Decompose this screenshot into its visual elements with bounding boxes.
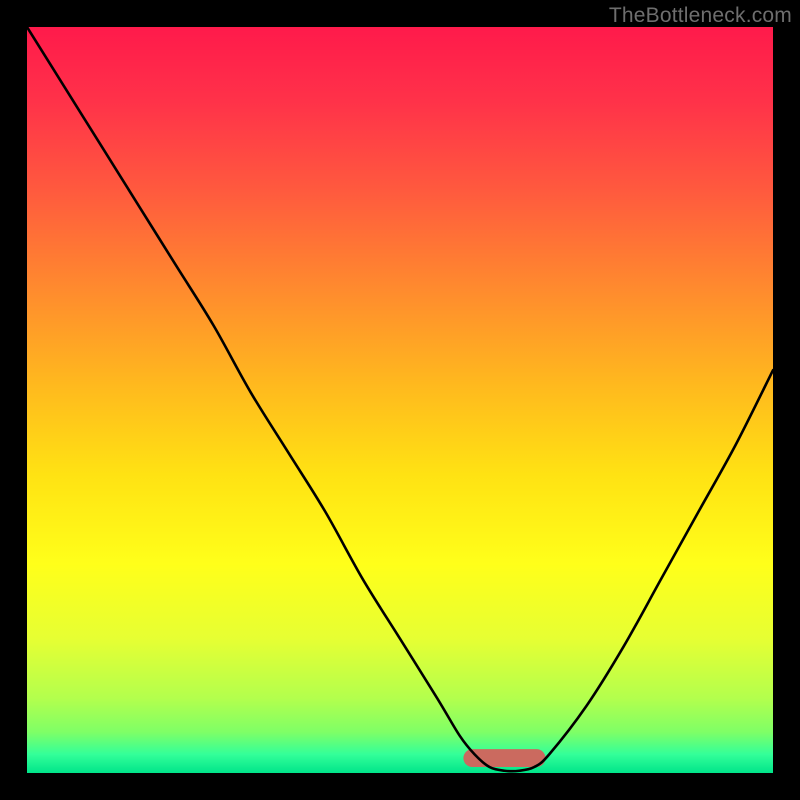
watermark-text: TheBottleneck.com bbox=[609, 4, 792, 28]
background-gradient bbox=[27, 27, 773, 773]
plot-area bbox=[27, 27, 773, 773]
chart-frame: TheBottleneck.com bbox=[0, 0, 800, 800]
